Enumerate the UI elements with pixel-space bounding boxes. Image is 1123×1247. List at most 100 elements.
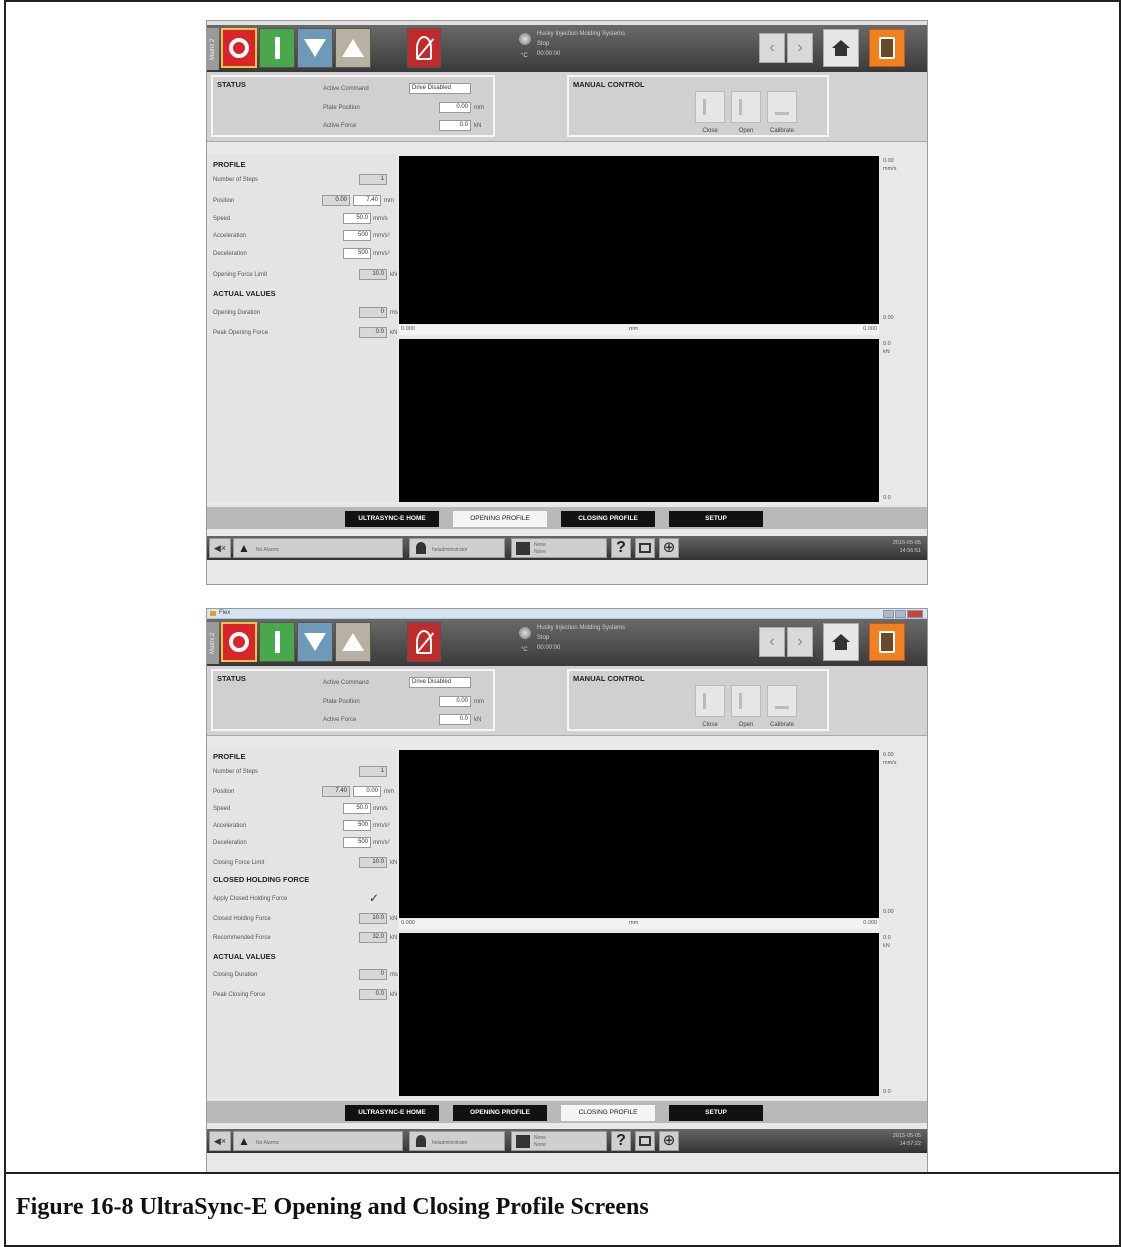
mold-button[interactable]: None None (511, 1131, 607, 1151)
matrix-tab[interactable]: Matrix 2 (207, 622, 219, 664)
home-icon (832, 634, 850, 650)
mold-icon (516, 1135, 530, 1148)
steps-value[interactable]: 1 (359, 174, 387, 185)
stop-button[interactable] (221, 622, 257, 662)
speed-unit: mm/s (373, 806, 388, 812)
start-icon (274, 631, 280, 653)
tab-opening-profile[interactable]: OPENING PROFILE (453, 1105, 547, 1121)
status-box: STATUS Active Command Drive Disabled Pla… (211, 669, 495, 731)
tab-opening-profile[interactable]: OPENING PROFILE (453, 511, 547, 527)
manual-close-button[interactable] (695, 685, 725, 717)
mute-button[interactable]: ◀× (209, 538, 231, 558)
start-button[interactable] (259, 622, 295, 662)
auxiliary-button[interactable] (869, 29, 905, 67)
screenshot-button[interactable] (635, 1131, 655, 1151)
forward-button[interactable]: › (787, 33, 813, 63)
forward-button[interactable]: › (787, 627, 813, 657)
temperature-unit: °C (521, 647, 528, 653)
force-chart-ytop: 0.0 (883, 341, 891, 347)
maximize-button[interactable] (895, 610, 906, 618)
manual-open-button[interactable] (731, 685, 761, 717)
acceleration-input[interactable]: 500 (343, 230, 371, 241)
tab-setup[interactable]: SETUP (669, 511, 763, 527)
recommended-force-value: 32.0 (359, 932, 387, 943)
minimize-button[interactable] (883, 610, 894, 618)
manual-open-button[interactable] (731, 91, 761, 123)
force-limit-value[interactable]: 10.0 (359, 269, 387, 280)
deceleration-input[interactable]: 500 (343, 837, 371, 848)
mold-text: None None (534, 1135, 546, 1149)
speed-chart-ybottom: 0.00 (883, 909, 894, 915)
active-command-label: Active Command (323, 680, 369, 686)
force-limit-value[interactable]: 10.0 (359, 857, 387, 868)
manual-close-button[interactable] (695, 91, 725, 123)
tab-setup[interactable]: SETUP (669, 1105, 763, 1121)
alarms-button[interactable]: ▲ No Alarms (233, 1131, 403, 1151)
app-icon (210, 611, 216, 616)
close-window-button[interactable] (907, 610, 923, 618)
back-button[interactable]: ‹ (759, 33, 785, 63)
language-button[interactable]: ⊕ (659, 1131, 679, 1151)
robot-disable-button[interactable] (407, 28, 441, 68)
help-button[interactable]: ? (611, 1131, 631, 1151)
tab-ultrasync-home[interactable]: ULTRASYNC-E HOME (345, 1105, 439, 1121)
manual-calibrate-button[interactable] (767, 685, 797, 717)
mold-button[interactable]: None None (511, 538, 607, 558)
mold-text: None None (534, 542, 546, 556)
window-title: Flex (219, 610, 231, 616)
mold-line2: None (534, 1142, 546, 1148)
start-button[interactable] (259, 28, 295, 68)
actual-values-title: ACTUAL VALUES (213, 952, 276, 961)
acceleration-unit: mm/s² (373, 233, 390, 239)
home-button[interactable] (823, 29, 859, 67)
language-button[interactable]: ⊕ (659, 538, 679, 558)
alarms-button[interactable]: ▲ No Alarms (233, 538, 403, 558)
tab-ultrasync-home[interactable]: ULTRASYNC-E HOME (345, 511, 439, 527)
position-to-input[interactable]: 0.00 (353, 786, 381, 797)
holding-force-unit: kN (390, 916, 398, 922)
speed-input[interactable]: 50.0 (343, 213, 371, 224)
screenshot-button[interactable] (635, 538, 655, 558)
tab-closing-profile[interactable]: CLOSING PROFILE (561, 511, 655, 527)
duration-label: Opening Duration (213, 310, 261, 316)
speed-input[interactable]: 50.0 (343, 803, 371, 814)
clock: 2015-05-05 14:56:51 (893, 539, 921, 555)
calibrate-icon (775, 693, 789, 709)
matrix-tab[interactable]: Matrix 2 (207, 28, 219, 70)
mute-icon: ◀× (213, 1136, 227, 1146)
mold-open-button[interactable] (335, 622, 371, 662)
open-plate-icon (739, 99, 753, 115)
robot-disable-button[interactable] (407, 622, 441, 662)
deceleration-input[interactable]: 500 (343, 248, 371, 259)
back-button[interactable]: ‹ (759, 627, 785, 657)
active-force-value: 0.0 (439, 714, 471, 725)
triangle-up-icon (342, 633, 364, 651)
home-button[interactable] (823, 623, 859, 661)
mute-button[interactable]: ◀× (209, 1131, 231, 1151)
manual-calibrate-button[interactable] (767, 91, 797, 123)
acceleration-input[interactable]: 500 (343, 820, 371, 831)
mold-close-button[interactable] (297, 622, 333, 662)
mold-open-button[interactable] (335, 28, 371, 68)
xaxis-unit: mm (629, 326, 639, 332)
apply-holding-checkbox[interactable]: ✓ (367, 891, 381, 905)
position-to-input[interactable]: 7.40 (353, 195, 381, 206)
position-unit: mm (384, 198, 394, 204)
auxiliary-button[interactable] (869, 623, 905, 661)
tab-closing-profile[interactable]: CLOSING PROFILE (561, 1105, 655, 1121)
mold-close-button[interactable] (297, 28, 333, 68)
speed-label: Speed (213, 806, 231, 812)
xaxis-right: 0.000 (863, 326, 877, 332)
steps-value[interactable]: 1 (359, 766, 387, 777)
duration-unit: ms (390, 310, 398, 316)
user-button[interactable]: heiadministrator (409, 538, 505, 558)
holding-force-value[interactable]: 10.0 (359, 913, 387, 924)
status-box: STATUS Active Command Drive Disabled Pla… (211, 75, 495, 137)
stop-button[interactable] (221, 28, 257, 68)
tab-bar: ULTRASYNC-E HOME OPENING PROFILE CLOSING… (207, 507, 927, 529)
mold-line1: None (534, 542, 546, 548)
force-chart-yunit: kN (883, 349, 890, 355)
user-button[interactable]: heiadministrator (409, 1131, 505, 1151)
help-button[interactable]: ? (611, 538, 631, 558)
triangle-down-icon (304, 39, 326, 57)
